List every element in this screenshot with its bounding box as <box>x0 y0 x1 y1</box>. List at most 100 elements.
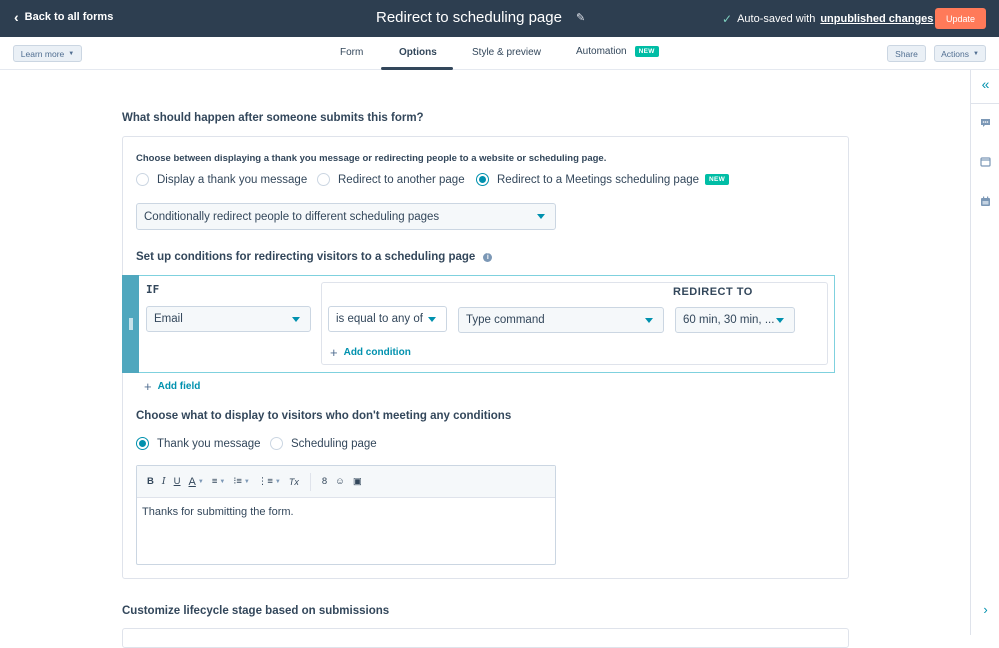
autosave-status: ✓ Auto-saved with unpublished changes ▼ <box>722 12 949 26</box>
radio-thank-you-message[interactable]: Display a thank you message <box>136 173 307 186</box>
sub-nav: Learn more ▼ Form Options Style & previe… <box>0 37 999 70</box>
redirect-select-value: 60 min, 30 min, ... <box>683 314 775 326</box>
active-tab-indicator <box>381 67 453 70</box>
operator-select[interactable]: is equal to any of <box>328 306 447 332</box>
new-badge: NEW <box>705 174 730 185</box>
value-select[interactable]: Type command <box>458 307 664 333</box>
new-badge: NEW <box>634 46 659 57</box>
chat-icon[interactable] <box>971 118 999 131</box>
top-bar: ‹ Back to all forms Redirect to scheduli… <box>0 0 999 37</box>
text-color-button[interactable]: A ▼ <box>189 476 204 488</box>
autosave-prefix: Auto-saved with <box>737 13 816 25</box>
if-label: IF <box>146 283 160 296</box>
value-select-value: Type command <box>466 314 545 326</box>
dropdown-arrow-icon <box>292 317 300 322</box>
numbered-list-button[interactable]: ⋮≡ ▼ <box>258 476 281 487</box>
operator-select-value: is equal to any of <box>336 313 423 325</box>
redirect-to-label: REDIRECT TO <box>673 286 753 298</box>
drag-dots-icon <box>128 318 133 330</box>
clear-format-icon[interactable]: Tx <box>289 477 299 487</box>
radio-button[interactable] <box>136 173 149 186</box>
collapse-icon[interactable]: « <box>971 76 999 104</box>
check-icon: ✓ <box>722 12 733 26</box>
redirect-mode-value: Conditionally redirect people to differe… <box>144 210 440 223</box>
lifecycle-section-title: Customize lifecycle stage based on submi… <box>122 605 390 617</box>
caret-down-icon: ▼ <box>243 478 250 485</box>
back-label: Back to all forms <box>24 11 114 23</box>
emoji-icon[interactable]: ☺ <box>335 476 345 487</box>
underline-icon[interactable]: U <box>174 476 181 487</box>
editor-content[interactable]: Thanks for submitting the form. <box>137 498 555 526</box>
bullet-list-button[interactable]: ⁝≡ ▼ <box>233 476 250 487</box>
plus-icon: + <box>330 345 338 360</box>
link-icon[interactable]: 8 <box>322 476 327 487</box>
caret-down-icon: ▼ <box>274 478 281 485</box>
actions-label: Actions <box>941 48 969 59</box>
fallback-title: Choose what to display to visitors who d… <box>136 410 512 422</box>
add-field-label: Add field <box>157 381 201 392</box>
dropdown-arrow-icon <box>428 317 436 322</box>
bullet-list-icon: ⁝≡ <box>233 476 242 487</box>
tab-automation[interactable]: Automation NEW <box>576 46 659 57</box>
align-button[interactable]: ≡ ▼ <box>212 476 226 487</box>
radio-label: Scheduling page <box>291 437 377 450</box>
radio-label: Redirect to another page <box>338 173 465 186</box>
learn-more-button[interactable]: Learn more ▼ <box>13 45 82 62</box>
tab-automation-label: Automation <box>576 46 627 57</box>
form-title[interactable]: Redirect to scheduling page ✎ <box>376 9 585 26</box>
drag-handle[interactable] <box>122 275 139 373</box>
tab-options[interactable]: Options <box>399 47 437 58</box>
lifecycle-card <box>122 628 849 648</box>
radio-fallback-scheduling[interactable]: Scheduling page <box>270 437 377 450</box>
italic-icon[interactable]: I <box>162 476 166 487</box>
unpublished-changes-link[interactable]: unpublished changes <box>820 13 933 25</box>
align-icon: ≡ <box>211 476 218 487</box>
chevron-right-icon[interactable]: › <box>971 602 999 617</box>
add-field-link[interactable]: + Add field <box>144 379 200 394</box>
form-title-text: Redirect to scheduling page <box>376 9 562 26</box>
dropdown-arrow-icon <box>537 214 545 219</box>
radio-fallback-thank-you[interactable]: Thank you message <box>136 437 261 450</box>
calendar-icon[interactable] <box>971 196 999 210</box>
text-color-icon: A <box>188 475 196 488</box>
window-icon[interactable] <box>971 157 999 170</box>
caret-down-icon: ▼ <box>68 50 75 57</box>
dropdown-arrow-icon <box>645 318 653 323</box>
radio-redirect-another-page[interactable]: Redirect to another page <box>317 173 465 186</box>
update-button[interactable]: Update <box>935 8 986 29</box>
radio-button[interactable] <box>317 173 330 186</box>
add-condition-link[interactable]: + Add condition <box>330 345 411 360</box>
numbered-list-icon: ⋮≡ <box>257 476 273 487</box>
info-icon[interactable]: i <box>483 252 493 262</box>
plus-icon: + <box>144 379 152 394</box>
field-select-value: Email <box>154 313 183 325</box>
learn-more-label: Learn more <box>20 48 65 59</box>
caret-down-icon: ▼ <box>972 50 979 57</box>
share-button[interactable]: Share <box>887 45 926 62</box>
radio-button[interactable] <box>270 437 283 450</box>
tab-form[interactable]: Form <box>340 47 363 58</box>
editor-toolbar: B I U A ▼ ≡ ▼ ⁝≡ ▼ ⋮≡ ▼ Tx 8 ☺ ▣ <box>137 466 555 498</box>
field-select[interactable]: Email <box>146 306 311 332</box>
radio-label: Redirect to a Meetings scheduling page <box>497 173 700 186</box>
redirect-mode-select[interactable]: Conditionally redirect people to differe… <box>136 203 556 230</box>
toolbar-divider <box>309 472 311 491</box>
radio-label: Display a thank you message <box>157 173 308 186</box>
actions-button[interactable]: Actions ▼ <box>934 45 986 62</box>
image-icon[interactable]: ▣ <box>353 476 362 487</box>
radio-button-selected[interactable] <box>476 173 489 186</box>
options-description: Choose between displaying a thank you me… <box>136 153 607 164</box>
conditions-title-text: Set up conditions for redirecting visito… <box>136 251 476 263</box>
radio-redirect-meetings-page[interactable]: Redirect to a Meetings scheduling page N… <box>476 173 730 186</box>
bold-icon[interactable]: B <box>147 476 154 487</box>
conditions-title: Set up conditions for redirecting visito… <box>136 251 493 263</box>
radio-label: Thank you message <box>157 437 261 450</box>
tab-style-preview[interactable]: Style & preview <box>472 47 541 58</box>
chevron-left-icon: ‹ <box>14 8 19 25</box>
redirect-select[interactable]: 60 min, 30 min, ... <box>675 307 795 333</box>
add-condition-label: Add condition <box>343 347 411 358</box>
back-to-all-forms-link[interactable]: ‹ Back to all forms <box>14 8 114 25</box>
caret-down-icon: ▼ <box>219 478 226 485</box>
pencil-icon[interactable]: ✎ <box>576 11 585 24</box>
radio-button-selected[interactable] <box>136 437 149 450</box>
